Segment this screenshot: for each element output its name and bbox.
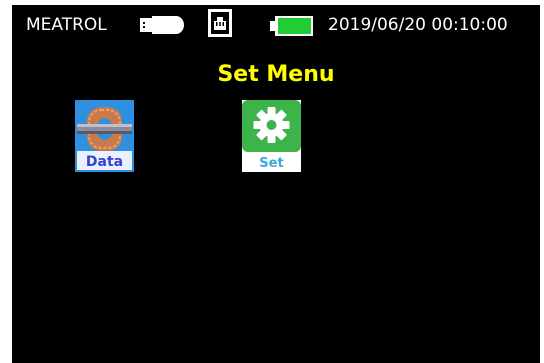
datetime-label: 2019/06/20 00:10:00 — [328, 15, 508, 35]
coil-data-icon: Data — [75, 100, 134, 172]
battery-icon — [270, 15, 314, 41]
page-title: Set Menu — [217, 62, 335, 87]
gear-settings-icon: Set — [242, 100, 301, 172]
brand-label: MEATROL — [26, 15, 107, 35]
status-bar: MEATROL 2019/06/20 00:10:00 — [12, 5, 540, 47]
device-screen: MEATROL 2019/06/20 00:10:00 Set Menu Dat… — [12, 5, 540, 363]
data-app-label: Data — [86, 154, 123, 170]
usb-stick-icon — [139, 15, 185, 39]
ethernet-port-icon — [208, 9, 232, 41]
set-app-label: Set — [259, 156, 283, 171]
set-app-button[interactable]: Set — [242, 100, 301, 172]
data-app-button[interactable]: Data — [75, 100, 134, 172]
